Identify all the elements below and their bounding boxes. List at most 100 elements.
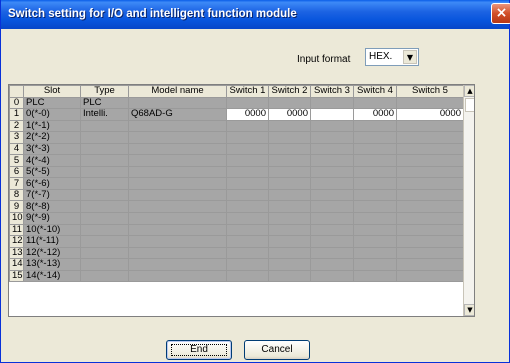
scroll-down-icon[interactable]: ▼ bbox=[464, 304, 474, 316]
type-cell bbox=[80, 246, 129, 260]
switch-1-cell[interactable]: 0000 bbox=[226, 108, 269, 121]
switch-4-cell bbox=[353, 119, 397, 133]
slot-cell: 10(*-10) bbox=[23, 223, 81, 237]
end-button[interactable]: End bbox=[166, 340, 232, 360]
cancel-button[interactable]: Cancel bbox=[244, 340, 310, 360]
row-number: 9 bbox=[9, 200, 24, 213]
table-row: 10 9(*-9) bbox=[9, 212, 464, 225]
switch-2-cell bbox=[268, 223, 311, 237]
table-row: 12 11(*-11) bbox=[9, 235, 464, 248]
input-format-value: HEX. bbox=[369, 51, 393, 62]
switch-4-cell[interactable]: 0000 bbox=[353, 108, 397, 121]
switch-5-cell[interactable]: 0000 bbox=[396, 108, 464, 121]
model-name-cell bbox=[128, 119, 227, 133]
slot-cell: 11(*-11) bbox=[23, 235, 81, 248]
model-name-header: Model name bbox=[128, 85, 227, 98]
type-cell bbox=[80, 154, 129, 167]
cancel-button-label: Cancel bbox=[261, 344, 293, 355]
switch-1-cell bbox=[226, 119, 269, 133]
rownum-header bbox=[9, 85, 24, 98]
scrollbar-thumb[interactable] bbox=[465, 98, 474, 112]
table-row: 15 14(*-14) bbox=[9, 269, 464, 283]
slot-cell: 14(*-14) bbox=[23, 269, 81, 283]
switch-2-cell bbox=[268, 188, 311, 202]
switch-5-cell bbox=[396, 269, 464, 283]
table-row: 3 2(*-2) bbox=[9, 131, 464, 144]
model-name-cell bbox=[128, 96, 227, 110]
table-row: 9 8(*-8) bbox=[9, 200, 464, 213]
type-cell bbox=[80, 188, 129, 202]
switch-4-cell bbox=[353, 212, 397, 225]
model-name-cell bbox=[128, 200, 227, 213]
table-row: 8 7(*-7) bbox=[9, 188, 464, 202]
switch-2-cell bbox=[268, 269, 311, 283]
table-row: 4 3(*-3) bbox=[9, 142, 464, 156]
row-number: 13 bbox=[9, 246, 24, 260]
input-format-select[interactable]: HEX. ▼ bbox=[365, 48, 419, 66]
switch-2-cell[interactable]: 0000 bbox=[268, 108, 311, 121]
switch-3-cell bbox=[310, 235, 354, 248]
model-name-cell bbox=[128, 246, 227, 260]
switch-4-cell bbox=[353, 258, 397, 271]
switch-1-cell bbox=[226, 258, 269, 271]
switch-1-cell bbox=[226, 154, 269, 167]
table-row: 13 12(*-12) bbox=[9, 246, 464, 260]
close-icon[interactable]: × bbox=[491, 3, 510, 24]
slot-header: Slot bbox=[23, 85, 81, 98]
vertical-scrollbar[interactable]: ▲ ▼ bbox=[463, 85, 474, 316]
model-name-cell bbox=[128, 269, 227, 283]
switch-5-cell bbox=[396, 235, 464, 248]
switch-4-cell bbox=[353, 165, 397, 179]
switch-3-header: Switch 3 bbox=[310, 85, 354, 98]
switch-2-cell bbox=[268, 258, 311, 271]
slot-cell: 1(*-1) bbox=[23, 119, 81, 133]
switch-3-cell bbox=[310, 131, 354, 144]
table-row: 2 1(*-1) bbox=[9, 119, 464, 133]
switch-5-cell bbox=[396, 258, 464, 271]
model-name-cell bbox=[128, 223, 227, 237]
switch-2-cell bbox=[268, 212, 311, 225]
slot-table: Slot Type Model name Switch 1 Switch 2 Switch… bbox=[9, 85, 464, 283]
row-number: 10 bbox=[9, 212, 24, 225]
type-cell bbox=[80, 200, 129, 213]
row-number: 4 bbox=[9, 142, 24, 156]
switch-3-cell bbox=[310, 188, 354, 202]
row-number: 7 bbox=[9, 177, 24, 190]
switch-2-cell bbox=[268, 177, 311, 190]
type-cell bbox=[80, 131, 129, 144]
type-cell bbox=[80, 269, 129, 283]
switch-1-cell bbox=[226, 96, 269, 110]
slot-cell: 12(*-12) bbox=[23, 246, 81, 260]
switch-1-cell bbox=[226, 177, 269, 190]
switch-3-cell bbox=[310, 246, 354, 260]
type-cell bbox=[80, 258, 129, 271]
chevron-down-icon[interactable]: ▼ bbox=[403, 50, 417, 64]
row-number: 8 bbox=[9, 188, 24, 202]
model-name-cell bbox=[128, 188, 227, 202]
switch-3-cell bbox=[310, 269, 354, 283]
row-number: 1 bbox=[9, 108, 24, 121]
switch-3-cell[interactable] bbox=[310, 108, 354, 121]
switch-2-cell bbox=[268, 131, 311, 144]
switch-2-cell bbox=[268, 119, 311, 133]
slot-cell: 7(*-7) bbox=[23, 188, 81, 202]
switch-1-cell bbox=[226, 223, 269, 237]
switch-2-cell bbox=[268, 246, 311, 260]
switch-4-cell bbox=[353, 223, 397, 237]
title-bar[interactable]: Switch setting for I/O and intelligent f… bbox=[1, 0, 510, 29]
switch-3-cell bbox=[310, 212, 354, 225]
model-name-cell: Q68AD-G bbox=[128, 108, 227, 121]
type-cell: Intelli. bbox=[80, 108, 129, 121]
switch-4-cell bbox=[353, 200, 397, 213]
type-cell: PLC bbox=[80, 96, 129, 110]
slot-cell: 4(*-4) bbox=[23, 154, 81, 167]
row-number: 12 bbox=[9, 235, 24, 248]
table-header-row: Slot Type Model name Switch 1 Switch 2 Switch… bbox=[9, 85, 464, 98]
model-name-cell bbox=[128, 258, 227, 271]
switch-5-cell bbox=[396, 188, 464, 202]
slot-cell: 8(*-8) bbox=[23, 200, 81, 213]
switch-1-cell bbox=[226, 188, 269, 202]
switch-3-cell bbox=[310, 154, 354, 167]
window-title: Switch setting for I/O and intelligent f… bbox=[8, 8, 297, 20]
scroll-up-icon[interactable]: ▲ bbox=[464, 85, 474, 97]
